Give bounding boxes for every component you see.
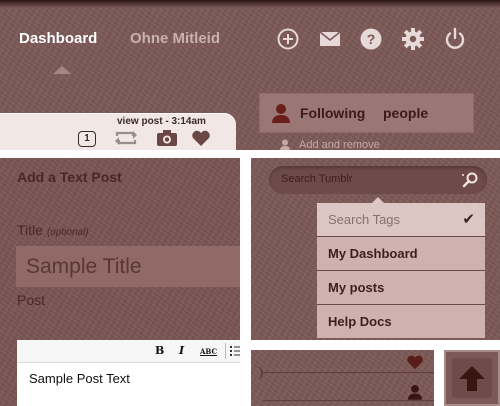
- spellcheck-button[interactable]: ABC: [200, 347, 217, 356]
- list-icon[interactable]: [230, 345, 240, 357]
- checkmark-icon: ✔: [462, 211, 475, 228]
- camera-icon[interactable]: [156, 129, 178, 147]
- title-input[interactable]: Sample Title: [16, 246, 240, 287]
- search-input[interactable]: Search Tumblr: [269, 166, 487, 194]
- editor-toolbar: B I ABC: [17, 340, 240, 363]
- heart-icon[interactable]: [406, 354, 424, 370]
- compose-panel: Add a Text Post Title (optional) Sample T…: [0, 158, 240, 406]
- post-controls-bar: view post - 3:14am 1: [0, 113, 236, 150]
- like-heart-icon[interactable]: [191, 129, 211, 147]
- scroll-to-top-inner: [452, 358, 492, 398]
- title-input-value: Sample Title: [26, 255, 142, 278]
- row-divider: [263, 400, 434, 401]
- italic-button[interactable]: I: [179, 344, 184, 357]
- power-icon[interactable]: [443, 27, 467, 51]
- view-post-link[interactable]: view post - 3:14am: [117, 116, 206, 127]
- svg-text:?: ?: [367, 31, 376, 47]
- title-field-label: Title (optional): [17, 222, 89, 238]
- add-person-icon: [280, 139, 290, 150]
- dropdown-item-label: Help Docs: [328, 314, 392, 329]
- up-arrow-icon: [459, 366, 485, 391]
- search-placeholder: Search Tumblr: [281, 173, 353, 185]
- dropdown-item-label: Search Tags: [328, 212, 401, 227]
- gear-icon[interactable]: [401, 27, 425, 51]
- person-icon[interactable]: [408, 384, 422, 400]
- post-field-label: Post: [17, 292, 46, 308]
- following-box[interactable]: Following people: [259, 93, 474, 133]
- toolbar-divider: [225, 343, 226, 359]
- dropdown-item-my-posts[interactable]: My posts: [317, 271, 485, 305]
- row-divider: [263, 372, 434, 373]
- dropdown-item-search-tags[interactable]: Search Tags ✔: [317, 203, 485, 237]
- reblog-icon[interactable]: [113, 129, 139, 147]
- envelope-icon[interactable]: [318, 27, 342, 51]
- nav-active-caret: [53, 66, 71, 74]
- nav-blog-link[interactable]: Ohne Mitleid: [130, 30, 220, 47]
- dropdown-item-help-docs[interactable]: Help Docs: [317, 305, 485, 338]
- following-people-label: people: [383, 105, 429, 121]
- header-shadow: [0, 0, 500, 8]
- search-panel: Search Tumblr Search Tags ✔ My Dashboard…: [251, 158, 500, 340]
- post-body-editor[interactable]: Sample Post Text: [17, 363, 240, 406]
- plus-circle-icon[interactable]: [276, 27, 300, 51]
- scroll-to-top-button[interactable]: [444, 350, 500, 406]
- dropdown-item-label: My posts: [328, 280, 385, 295]
- strip-tab-notch: [251, 366, 263, 380]
- bold-button[interactable]: B: [155, 344, 164, 357]
- following-label: Following: [300, 105, 366, 121]
- post-body-text: Sample Post Text: [29, 371, 130, 386]
- title-label-text: Title: [17, 222, 43, 238]
- compose-heading: Add a Text Post: [17, 169, 122, 185]
- notes-count-badge[interactable]: 1: [78, 131, 96, 147]
- post-strip-panel: [251, 350, 434, 406]
- dropdown-item-label: My Dashboard: [328, 246, 418, 261]
- help-icon[interactable]: ?: [359, 27, 383, 51]
- header-panel: Dashboard Ohne Mitleid ? view post - 3:1…: [0, 0, 500, 150]
- search-icon[interactable]: [461, 171, 479, 189]
- nav-dashboard-link[interactable]: Dashboard: [19, 30, 97, 47]
- add-and-remove-link[interactable]: Add and remove: [299, 139, 380, 150]
- title-optional-hint: (optional): [46, 227, 89, 238]
- dropdown-item-my-dashboard[interactable]: My Dashboard: [317, 237, 485, 271]
- search-dropdown-menu: Search Tags ✔ My Dashboard My posts Help…: [317, 203, 485, 338]
- person-icon: [272, 104, 290, 123]
